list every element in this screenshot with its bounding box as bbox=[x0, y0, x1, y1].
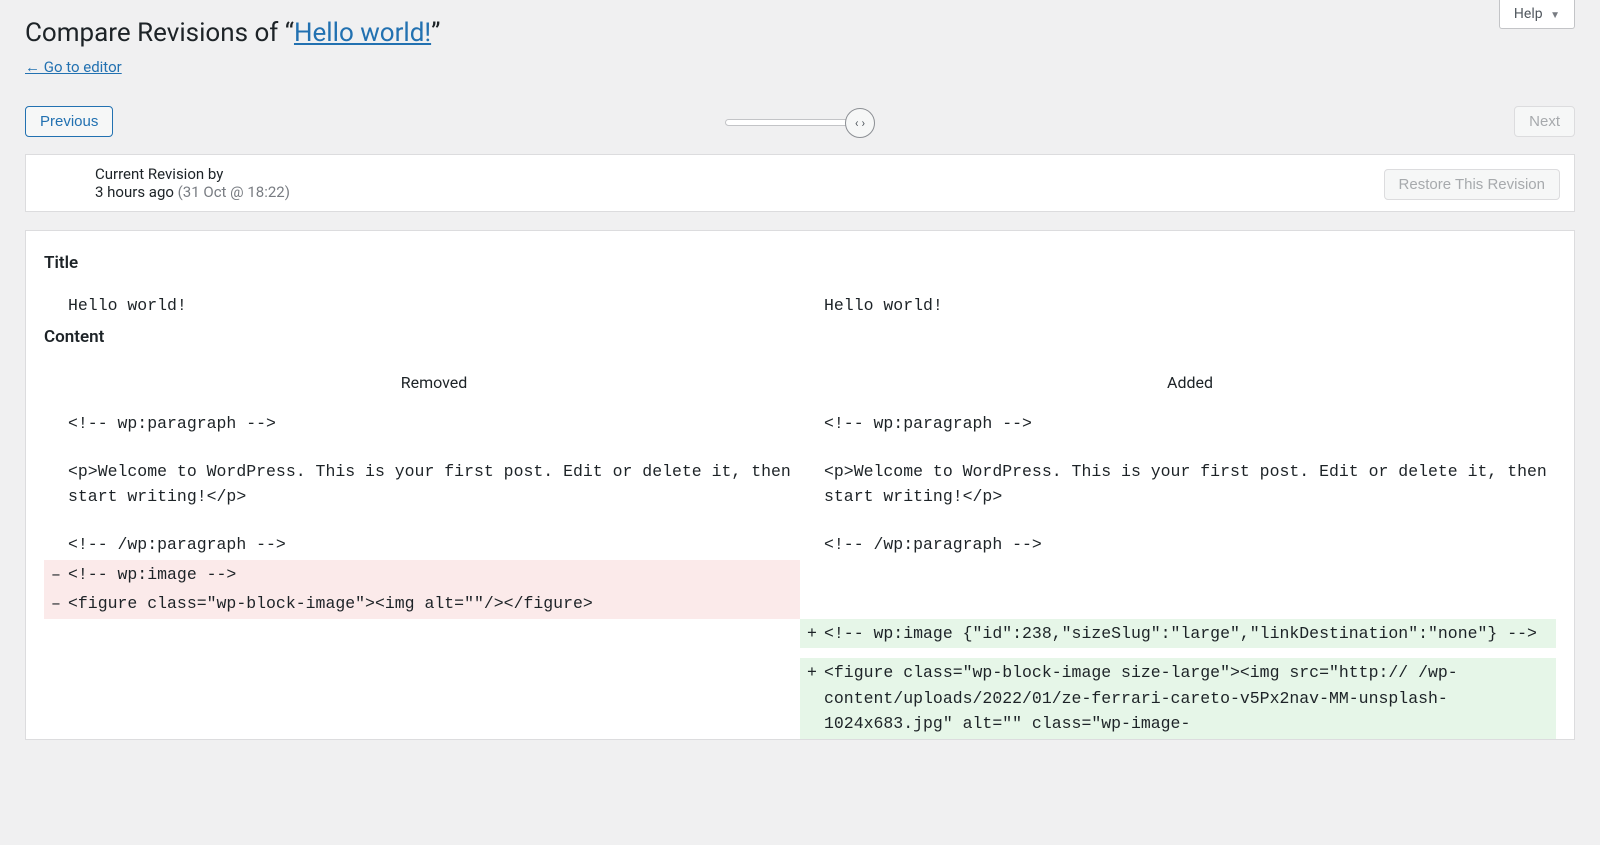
slider-track[interactable] bbox=[725, 119, 853, 126]
revision-time-line: 3 hours ago (31 Oct @ 18:22) bbox=[95, 183, 1560, 201]
diff-line-right bbox=[824, 589, 1556, 619]
revision-slider[interactable]: ‹ › bbox=[725, 108, 875, 138]
slider-handle[interactable]: ‹ › bbox=[845, 108, 875, 138]
revision-nav: Previous ‹ › Next bbox=[25, 106, 1575, 144]
go-to-editor-link[interactable]: ← Go to editor bbox=[25, 58, 122, 76]
revision-author-line: Current Revision by bbox=[95, 165, 1560, 183]
diff-panel: Title Hello world! Hello world! Content … bbox=[25, 230, 1575, 740]
slider-handle-icon: ‹ › bbox=[855, 116, 865, 130]
diff-minus-icon: – bbox=[44, 589, 68, 619]
diff-line-right: <!-- /wp:paragraph --> bbox=[824, 530, 1556, 560]
revision-meta-bar: Current Revision by 3 hours ago (31 Oct … bbox=[25, 154, 1575, 212]
post-title-link[interactable]: Hello world! bbox=[294, 18, 431, 48]
previous-button[interactable]: Previous bbox=[25, 106, 113, 137]
diff-line-left bbox=[68, 619, 800, 649]
removed-column-header: Removed bbox=[68, 365, 800, 410]
chevron-down-icon: ▼ bbox=[1550, 10, 1560, 21]
diff-title-table: Hello world! Hello world! bbox=[44, 291, 1556, 321]
added-column-header: Added bbox=[824, 365, 1556, 410]
diff-line-left bbox=[68, 658, 800, 739]
diff-line-left: <figure class="wp-block-image"><img alt=… bbox=[68, 589, 800, 619]
diff-line-left: <!-- wp:image --> bbox=[68, 560, 800, 590]
diff-line-left: <p>Welcome to WordPress. This is your fi… bbox=[68, 457, 800, 512]
diff-line-right bbox=[824, 560, 1556, 590]
next-button: Next bbox=[1514, 106, 1575, 137]
diff-plus-icon: + bbox=[800, 619, 824, 649]
help-label: Help bbox=[1514, 6, 1543, 22]
diff-minus-icon: – bbox=[44, 560, 68, 590]
diff-line-right: <!-- wp:image {"id":238,"sizeSlug":"larg… bbox=[824, 619, 1556, 649]
diff-content-table: Removed Added <!-- wp:paragraph --> <!-- … bbox=[44, 365, 1556, 739]
diff-content-heading: Content bbox=[44, 327, 1556, 347]
diff-line-right: <p>Welcome to WordPress. This is your fi… bbox=[824, 457, 1556, 512]
diff-line-right: <!-- wp:paragraph --> bbox=[824, 409, 1556, 439]
diff-plus-icon: + bbox=[800, 658, 824, 739]
restore-revision-button: Restore This Revision bbox=[1384, 169, 1560, 200]
diff-line-right: <figure class="wp-block-image size-large… bbox=[824, 658, 1556, 739]
page-title: Compare Revisions of “Hello world!” bbox=[25, 0, 1575, 48]
title-left: Hello world! bbox=[68, 291, 800, 321]
title-right: Hello world! bbox=[824, 291, 1556, 321]
diff-title-heading: Title bbox=[44, 253, 1556, 273]
diff-line-left: <!-- wp:paragraph --> bbox=[68, 409, 800, 439]
diff-line-left: <!-- /wp:paragraph --> bbox=[68, 530, 800, 560]
help-tab[interactable]: Help ▼ bbox=[1499, 0, 1575, 29]
